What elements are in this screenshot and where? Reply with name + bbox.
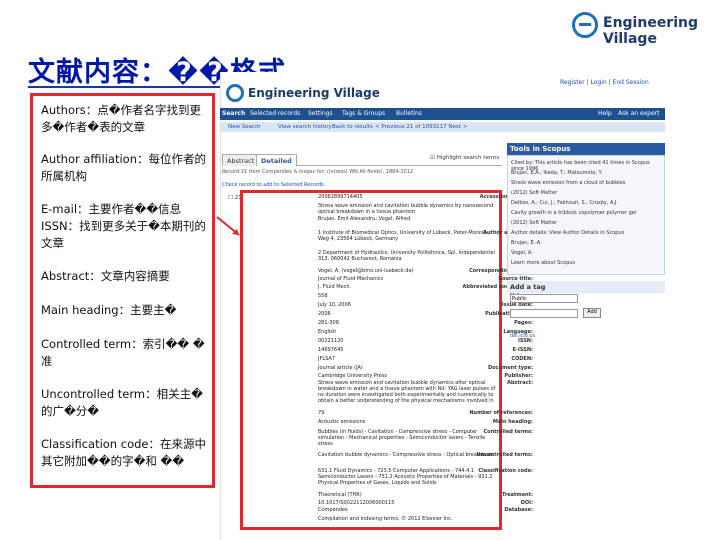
nav-tags-groups[interactable]: Tags & Groups [342, 110, 385, 117]
detail-value: J. Fluid Mech. [318, 284, 352, 290]
note-main-heading: Main heading：主要主� [41, 303, 177, 317]
detail-value: Stress wave emission and cavitation bubb… [318, 380, 496, 404]
detail-value: 20062899714405 [318, 194, 363, 200]
detail-value: Stress wave emission and cavitation bubb… [318, 203, 494, 215]
record-pager[interactable]: < Previous 21 of 1093117 Next > [375, 124, 468, 130]
detail-value: Journal of Fluid Mechanics [318, 276, 384, 282]
note-email-issn: E-mail：主要作者��信息 ISSN：找到更多关于�本期刊的文章 [41, 202, 206, 250]
detail-value: Brujan, Emil-Alexandru; Vogel, Alfred [318, 216, 411, 222]
detail-value: Vogel, A. (vogel@bmo.uni-luebeck.de) [318, 268, 414, 274]
detail-value: 631.1 Fluid Dynamics - 723.5 Computer Ap… [318, 468, 493, 486]
nav-help[interactable]: Help [598, 110, 612, 117]
scopus-line: Shock wave emission from a cloud of bubb… [511, 180, 626, 186]
highlight-checkbox[interactable]: ☑ Highlight search terms [430, 155, 499, 161]
tools-in-scopus-header: Tools in Scopus [507, 143, 665, 155]
detail-value: Theoretical (THR) [318, 492, 362, 498]
brand-name: Engineering Village [603, 15, 698, 47]
detail-value: 00221120 [318, 338, 344, 344]
note-controlled-term: Controlled term：索引�� �准 [41, 337, 205, 368]
note-classification-code: Classification code：在来源中其它附加��的字�和 �� [41, 437, 206, 468]
delicious-link[interactable]: del.icio.us [510, 333, 535, 339]
scopus-line: (2012) Soft Matter [511, 190, 558, 196]
detail-value: Acoustic emissions [318, 419, 366, 425]
account-links[interactable]: Register | Login | End Session [560, 79, 649, 86]
detail-value: 79 [318, 410, 325, 416]
note-uncontrolled-term: Uncontrolled term：相关主�的广�分� [41, 387, 203, 418]
scopus-line: Brujan, E.A.; Ikeda, T.; Matsumoto, Y. [511, 170, 603, 176]
detail-value: July 10, 2006 [318, 302, 351, 308]
detail-value: 558 [318, 293, 328, 299]
add-tag-header: Add a tag [507, 281, 665, 293]
nav-selected-records[interactable]: Selected records [250, 110, 300, 117]
detail-value: Cambridge University Press [318, 373, 388, 379]
tools-in-scopus-panel: Cited by: This article has been cited 41… [507, 155, 665, 275]
nav-search[interactable]: Search [222, 110, 245, 117]
scopus-line: Learn more about Scopus [511, 260, 576, 266]
note-authors: Authors：点�作者名字找到更多�作者�表的文章 [41, 103, 201, 134]
scopus-line: Brujan, E.-A. [511, 240, 542, 246]
sub-nav: New Search View search history Back to r… [220, 122, 665, 132]
note-affiliation: Author affiliation：每位作者的所属机构 [41, 152, 207, 183]
highlight-label: Highlight search terms [436, 155, 500, 161]
detail-value: 1 Institute of Biomedical Optics, Univer… [318, 230, 489, 242]
ev-logo-icon [226, 84, 244, 102]
search-history-link[interactable]: View search history [278, 124, 332, 130]
scopus-line: Author details: View Author Details in S… [511, 230, 625, 236]
detail-value: JFLSA7 [318, 356, 336, 362]
detail-value: 14697645 [318, 347, 344, 353]
tag-input[interactable] [510, 309, 578, 318]
scopus-line: Delbos, A.; Cui, J.; Fakhouri, S.; Crosb… [511, 200, 618, 206]
scopus-line: (2012) Soft Matter [511, 220, 558, 226]
scopus-line: Vogel, A. [511, 250, 533, 256]
detail-value: 2 Department of Hydraulics, University P… [318, 250, 495, 262]
detail-value: Cavitation bubble dynamics - Compressive… [318, 452, 494, 458]
detail-value: 2006 [318, 311, 331, 317]
nav-settings[interactable]: Settings [308, 110, 333, 117]
detail-value: 10.1017/S0022112006000115 [318, 500, 395, 506]
new-search-link[interactable]: New Search [228, 124, 261, 130]
tag-visibility-select[interactable]: Public [510, 294, 578, 303]
detail-value: Compilation and indexing terms, © 2012 E… [318, 516, 453, 522]
detail-value: 281-308 [318, 320, 339, 326]
detail-value: Bubbles (in fluids) - Cavitation - Compr… [318, 429, 486, 447]
annotation-panel: Authors：点�作者名字找到更多�作者�表的文章 Author affili… [30, 93, 215, 488]
main-nav: Search Selected records Settings Tags & … [220, 108, 665, 120]
back-to-results-link[interactable]: Back to results [332, 124, 373, 130]
tab-detailed[interactable]: Detailed [256, 154, 297, 166]
tab-abstract[interactable]: Abstract [222, 154, 260, 166]
pointer-arrow-icon [216, 216, 240, 236]
detail-value: Journal article (JA) [318, 365, 363, 371]
detail-value: English [318, 329, 337, 335]
ev-logo-text: Engineering Village [248, 86, 380, 100]
detail-value: Compendex [318, 507, 348, 513]
scopus-line: Cavity growth in a triblock copolymer po… [511, 210, 637, 216]
add-tag-button[interactable]: Add [583, 308, 601, 318]
nav-ask-expert[interactable]: Ask an expert [618, 110, 659, 117]
record-info: Record 21 from Compendex & Inspec for: (… [222, 169, 414, 175]
nav-bulletins[interactable]: Bulletins [396, 110, 422, 117]
note-abstract: Abstract：文章内容摘要 [41, 269, 170, 283]
add-to-selected-link[interactable]: Check record to add to Selected Records [222, 182, 324, 188]
engineering-village-logo-icon [572, 12, 598, 38]
